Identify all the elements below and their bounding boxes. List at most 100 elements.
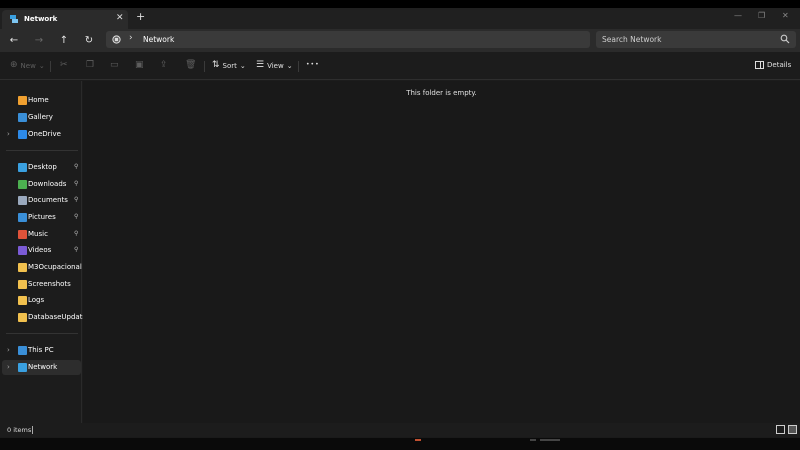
sort-label: Sort <box>222 61 237 70</box>
pin-icon: ⚲ <box>74 196 79 203</box>
expand-chevron-icon[interactable]: › <box>7 130 10 138</box>
search-input[interactable]: Search Network <box>596 31 796 48</box>
up-button[interactable]: ↑ <box>57 34 71 48</box>
sidebar-item-label: OneDrive <box>28 130 61 138</box>
taskbar <box>0 437 800 450</box>
toolbar-divider <box>204 61 205 72</box>
sort-button[interactable]: ⇅ Sort ⌄ <box>212 61 246 70</box>
sidebar-item-label: Logs <box>28 296 45 304</box>
delete-icon[interactable]: 🗑 <box>185 61 196 70</box>
new-tab-button[interactable]: + <box>136 11 145 23</box>
sidebar-item-databaseupdate[interactable]: DatabaseUpdate <box>2 310 87 325</box>
search-icon[interactable] <box>780 34 790 44</box>
breadcrumb-chevron-icon[interactable]: › <box>129 33 133 43</box>
paste-icon[interactable]: ▭ <box>110 61 119 70</box>
sidebar-item-this-pc[interactable]: › This PC <box>2 343 81 358</box>
desktop-icon <box>18 163 27 172</box>
details-view-icon[interactable] <box>776 425 785 434</box>
sidebar-item-downloads[interactable]: Downloads ⚲ <box>2 177 81 192</box>
refresh-button[interactable]: ↻ <box>82 34 96 48</box>
details-button[interactable]: Details <box>755 61 791 69</box>
cut-icon[interactable]: ✂ <box>60 61 68 70</box>
folder-icon <box>18 313 27 322</box>
sidebar-item-logs[interactable]: Logs <box>2 293 81 308</box>
folder-icon <box>18 280 27 289</box>
pc-icon <box>18 346 27 355</box>
status-divider <box>32 426 33 434</box>
sidebar-item-label: M3Ocupacional <box>28 263 82 271</box>
details-pane-icon <box>755 61 764 69</box>
back-button[interactable]: ← <box>7 34 21 48</box>
pin-icon: ⚲ <box>74 180 79 187</box>
sidebar-item-documents[interactable]: Documents ⚲ <box>2 193 81 208</box>
toolbar-divider <box>298 61 299 72</box>
address-bar[interactable]: › Network <box>106 31 590 48</box>
command-bar: ⊕ New ⌄ ✂ ❐ ▭ ▣ ⇪ 🗑 ⇅ Sort ⌄ ☰ View ⌄ ••… <box>0 52 800 80</box>
folder-icon <box>18 263 27 272</box>
pin-icon: ⚲ <box>74 246 79 253</box>
view-label: View <box>267 61 284 70</box>
sidebar-item-home[interactable]: Home <box>2 93 81 108</box>
more-options-icon[interactable]: ••• <box>306 61 320 68</box>
sidebar-item-music[interactable]: Music ⚲ <box>2 227 81 242</box>
sidebar-item-m3ocupacional[interactable]: M3Ocupacional <box>2 260 82 275</box>
search-placeholder: Search Network <box>602 35 662 44</box>
network-icon <box>10 15 18 23</box>
expand-chevron-icon[interactable]: › <box>7 363 10 371</box>
sidebar-item-desktop[interactable]: Desktop ⚲ <box>2 160 81 175</box>
music-icon <box>18 230 27 239</box>
close-window-button[interactable]: ✕ <box>782 11 789 20</box>
chevron-down-icon: ⌄ <box>38 61 45 70</box>
sidebar-divider <box>6 333 78 334</box>
gallery-icon <box>18 113 27 122</box>
tiles-view-icon[interactable] <box>788 425 797 434</box>
item-count: 0 items <box>7 426 32 434</box>
close-tab-icon[interactable]: ✕ <box>116 13 124 23</box>
network-icon <box>112 35 121 44</box>
navigation-pane: Home Gallery › OneDrive Desktop ⚲ Downloads ⚲ Do… <box>0 81 87 423</box>
file-list-area[interactable]: This folder is empty. <box>83 81 800 423</box>
expand-chevron-icon[interactable]: › <box>7 346 10 354</box>
forward-button[interactable]: → <box>32 34 46 48</box>
view-button[interactable]: ☰ View ⌄ <box>256 61 293 70</box>
sidebar-item-gallery[interactable]: Gallery <box>2 110 81 125</box>
chevron-down-icon: ⌄ <box>239 61 246 70</box>
minimize-button[interactable]: — <box>734 11 742 20</box>
sidebar-item-label: Documents <box>28 196 68 204</box>
sidebar-item-label: Downloads <box>28 180 67 188</box>
document-icon <box>18 196 27 205</box>
file-explorer-window: Network ✕ + — ❐ ✕ ← → ↑ ↻ › Network Sear… <box>0 8 800 437</box>
sort-icon: ⇅ <box>212 60 220 70</box>
sidebar-item-label: Screenshots <box>28 280 71 288</box>
taskbar-indicator <box>415 439 421 441</box>
sidebar-item-network[interactable]: › Network <box>2 360 81 375</box>
new-label: New <box>20 61 36 70</box>
sidebar-item-label: DatabaseUpdate <box>28 313 87 321</box>
pictures-icon <box>18 213 27 222</box>
download-icon <box>18 180 27 189</box>
sidebar-item-label: Pictures <box>28 213 56 221</box>
sidebar-item-onedrive[interactable]: › OneDrive <box>2 127 81 142</box>
sidebar-item-screenshots[interactable]: Screenshots <box>2 277 81 292</box>
video-icon <box>18 246 27 255</box>
pin-icon: ⚲ <box>74 230 79 237</box>
toolbar-divider <box>50 61 51 72</box>
sidebar-item-label: Desktop <box>28 163 57 171</box>
sidebar-item-videos[interactable]: Videos ⚲ <box>2 243 81 258</box>
sidebar-item-pictures[interactable]: Pictures ⚲ <box>2 210 81 225</box>
pin-icon: ⚲ <box>74 163 79 170</box>
maximize-button[interactable]: ❐ <box>758 11 765 20</box>
tab-network[interactable]: Network ✕ <box>2 10 128 29</box>
breadcrumb-network[interactable]: Network <box>143 35 174 44</box>
sidebar-item-label: Videos <box>28 246 52 254</box>
copy-icon[interactable]: ❐ <box>86 61 94 70</box>
cloud-icon <box>18 130 27 139</box>
taskbar-indicator <box>540 439 560 441</box>
new-button[interactable]: ⊕ New ⌄ <box>10 61 45 70</box>
pin-icon: ⚲ <box>74 213 79 220</box>
share-icon[interactable]: ⇪ <box>160 61 168 70</box>
tab-title: Network <box>24 15 58 23</box>
rename-icon[interactable]: ▣ <box>135 61 144 70</box>
network-icon <box>18 363 27 372</box>
add-icon: ⊕ <box>10 60 18 70</box>
